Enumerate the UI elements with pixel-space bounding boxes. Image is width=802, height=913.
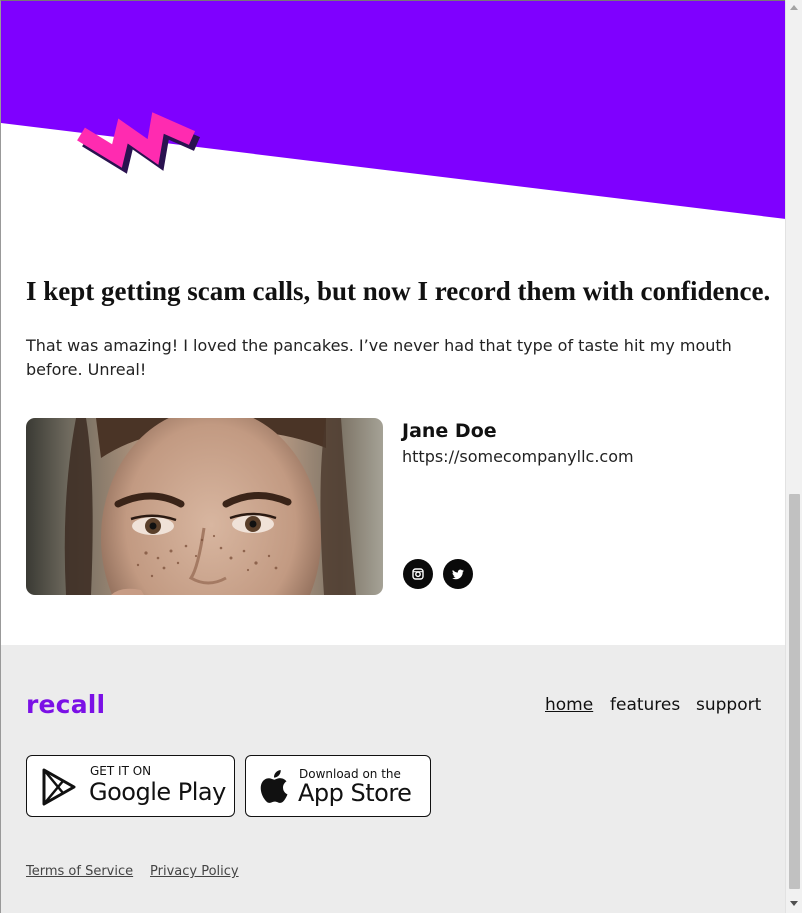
app-store-big-text: App Store [298, 779, 412, 807]
author-photo [26, 418, 383, 595]
testimonial-quote: I kept getting scam calls, but now I rec… [26, 276, 771, 306]
apple-icon [260, 770, 288, 803]
hero-banner [1, 1, 785, 231]
author-name: Jane Doe [402, 420, 497, 442]
google-play-button[interactable]: GET IT ON Google Play [26, 755, 235, 817]
recall-logo[interactable]: recall [26, 690, 105, 719]
nav-features[interactable]: features [610, 695, 680, 715]
instagram-button[interactable] [403, 559, 433, 589]
nav-home[interactable]: home [545, 695, 593, 715]
twitter-button[interactable] [443, 559, 473, 589]
scroll-up-arrow-icon[interactable] [790, 5, 798, 10]
terms-of-service-link[interactable]: Terms of Service [26, 864, 133, 879]
google-play-small-text: GET IT ON [90, 764, 152, 778]
author-url[interactable]: https://somecompanyllc.com [402, 447, 634, 466]
scroll-down-arrow-icon[interactable] [790, 901, 798, 906]
page-viewport: I kept getting scam calls, but now I rec… [0, 0, 785, 913]
hero-background [1, 1, 785, 219]
testimonial-body: That was amazing! I loved the pancakes. … [26, 336, 732, 379]
nav-support[interactable]: support [696, 695, 761, 715]
vertical-scrollbar[interactable] [785, 0, 802, 913]
person-portrait-photo [26, 418, 383, 595]
site-footer: recall home features support GET IT ON G… [1, 645, 785, 913]
hero-purple-slant [1, 1, 785, 219]
twitter-icon [452, 569, 464, 579]
privacy-policy-link[interactable]: Privacy Policy [150, 864, 239, 879]
app-store-button[interactable]: Download on the App Store [245, 755, 431, 817]
instagram-icon [412, 568, 424, 580]
scrollbar-thumb[interactable] [789, 494, 800, 889]
google-play-icon [42, 768, 76, 806]
google-play-big-text: Google Play [89, 778, 226, 806]
